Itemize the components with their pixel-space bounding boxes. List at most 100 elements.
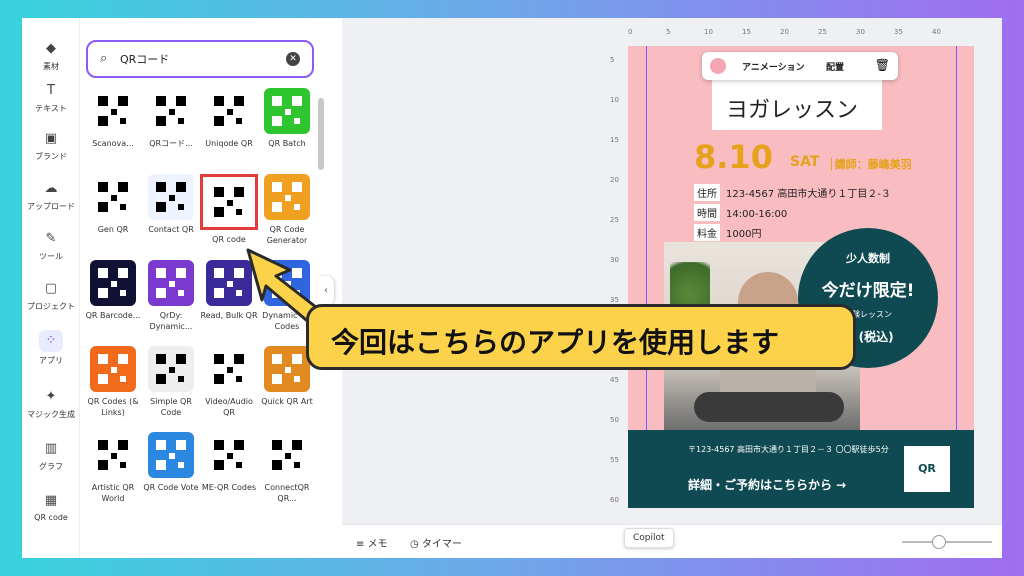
- app-icon: [148, 432, 194, 478]
- trash-icon[interactable]: 🗑: [875, 58, 890, 72]
- app-tile[interactable]: QR Code Generator: [258, 174, 316, 246]
- app-tile[interactable]: Read, Bulk QR: [200, 260, 258, 321]
- draw-icon: ✎: [45, 231, 57, 246]
- app-icon: [90, 432, 136, 478]
- rail-tools[interactable]: ✎ ツール: [22, 230, 80, 262]
- footer-qr-placeholder[interactable]: QR: [904, 446, 950, 492]
- color-swatch[interactable]: [710, 58, 726, 74]
- app-tile[interactable]: QR Code Vote: [142, 432, 200, 493]
- collapse-panel-button[interactable]: ‹: [318, 276, 334, 306]
- ruler-tick: 40: [932, 28, 941, 36]
- ruler-tick: 35: [894, 28, 903, 36]
- clear-icon[interactable]: ✕: [286, 52, 300, 66]
- folder-icon: ▢: [44, 281, 58, 296]
- app-name: QR Barcode...: [85, 311, 141, 320]
- ruler-tick: 5: [666, 28, 671, 36]
- ruler-tick: 15: [610, 136, 619, 144]
- app-tile[interactable]: Contact QR: [142, 174, 200, 235]
- timer-button[interactable]: ◷ タイマー: [410, 535, 462, 550]
- app-name: Uniqode QR: [205, 139, 253, 148]
- app-tile[interactable]: QR Batch: [258, 88, 316, 149]
- ruler-tick: 60: [610, 496, 619, 504]
- rail-qrcode[interactable]: ▦ QR code: [22, 492, 80, 522]
- app-icon: [264, 174, 310, 220]
- app-tile[interactable]: ConnectQR QR...: [258, 432, 316, 504]
- callout-box: 今回はこちらのアプリを使用します: [306, 304, 856, 370]
- footer-cta: 詳細・ご予約はこちらから →: [688, 478, 847, 492]
- rail-magic[interactable]: ✦ マジック生成: [22, 388, 80, 420]
- animation-button[interactable]: アニメーション: [742, 60, 805, 73]
- app-icon: [206, 432, 252, 478]
- rail-text[interactable]: T テキスト: [22, 82, 80, 114]
- rail-brand[interactable]: ▣ ブランド: [22, 130, 80, 162]
- info-row: 住所 123-4567 高田市大通り１丁目２-３: [694, 184, 891, 201]
- ruler-left: 51015202530354045505560: [610, 48, 624, 538]
- info-row: 料金 1000円: [694, 224, 761, 241]
- ruler-tick: 15: [742, 28, 751, 36]
- app-name: QRコード...: [149, 139, 193, 148]
- app-tile[interactable]: Uniqode QR: [200, 88, 258, 149]
- app-name: QR Code Generator: [266, 225, 308, 245]
- panel-scrollbar[interactable]: [318, 98, 324, 170]
- rail-apps[interactable]: ⁘ アプリ: [22, 330, 80, 366]
- app-name: QR code: [212, 235, 246, 244]
- rail-elements[interactable]: ◆ 素材: [22, 40, 80, 72]
- app-tile[interactable]: QR Barcode...: [84, 260, 142, 321]
- copilot-tooltip[interactable]: Copilot: [624, 528, 674, 548]
- app-tile[interactable]: Gen QR: [84, 174, 142, 235]
- app-name: Artistic QR World: [91, 483, 135, 503]
- app-icon: [264, 432, 310, 478]
- app-icon: [90, 88, 136, 134]
- app-name: Read, Bulk QR: [200, 311, 258, 320]
- app-tile[interactable]: ME-QR Codes: [200, 432, 258, 493]
- app-icon: [206, 346, 252, 392]
- ruler-tick: 55: [610, 456, 619, 464]
- app-tile[interactable]: Simple QR Code: [142, 346, 200, 418]
- poster-title-box[interactable]: ヨガレッスン: [712, 78, 882, 130]
- magic-icon: ✦: [45, 389, 57, 404]
- app-name: Video/Audio QR: [205, 397, 253, 417]
- left-rail: ◆ 素材 T テキスト ▣ ブランド ☁ アップロード ✎ ツール ▢ プロジェクト ⁘ アプ…: [22, 18, 80, 558]
- ruler-tick: 25: [610, 216, 619, 224]
- position-button[interactable]: 配置: [826, 60, 844, 73]
- search-input[interactable]: [120, 50, 280, 68]
- ruler-tick: 25: [818, 28, 827, 36]
- elements-icon: ◆: [46, 41, 56, 56]
- app-icon: [90, 260, 136, 306]
- app-icon: [264, 346, 310, 392]
- app-name: Scanova...: [92, 139, 134, 148]
- app-icon: [148, 346, 194, 392]
- rail-upload[interactable]: ☁ アップロード: [22, 180, 80, 212]
- poster-teacher: │講師：藤嶋美羽: [828, 158, 912, 171]
- app-name: Contact QR: [148, 225, 194, 234]
- rail-chart[interactable]: ▥ グラフ: [22, 440, 80, 472]
- app-tile[interactable]: QrDy: Dynamic...: [142, 260, 200, 332]
- app-tile[interactable]: Artistic QR World: [84, 432, 142, 504]
- app-name: QR Batch: [268, 139, 306, 148]
- ruler-tick: 45: [610, 376, 619, 384]
- poster[interactable]: ヨガレッスン 8.10 SAT │講師：藤嶋美羽 住所 123-4567 高田市大…: [628, 46, 974, 508]
- app-name: Gen QR: [97, 225, 129, 234]
- app-name: Quick QR Art: [261, 397, 313, 406]
- ruler-tick: 0: [628, 28, 633, 36]
- app-tile[interactable]: Video/Audio QR: [200, 346, 258, 418]
- canva-window: ◆ 素材 T テキスト ▣ ブランド ☁ アップロード ✎ ツール ▢ プロジェクト ⁘ アプ…: [22, 18, 1002, 558]
- app-icon: [264, 88, 310, 134]
- ruler-tick: 10: [610, 96, 619, 104]
- chart-icon: ▥: [44, 441, 58, 456]
- search-icon: ⌕: [100, 51, 108, 66]
- ruler-tick: 50: [610, 416, 619, 424]
- app-tile[interactable]: QRコード...: [142, 88, 200, 149]
- brand-icon: ▣: [44, 131, 58, 146]
- zoom-knob[interactable]: [932, 535, 946, 549]
- zoom-slider[interactable]: [902, 541, 992, 543]
- app-tile[interactable]: Scanova...: [84, 88, 142, 149]
- info-row: 時間 14:00-16:00: [694, 204, 787, 221]
- app-icon: [206, 88, 252, 134]
- rail-projects[interactable]: ▢ プロジェクト: [22, 280, 80, 312]
- app-tile[interactable]: QR Codes (& Links): [84, 346, 142, 418]
- poster-footer[interactable]: 〒123-4567 高田市大通り１丁目２－３ 〇〇駅徒歩5分 詳細・ご予約はこち…: [628, 430, 974, 508]
- search-box[interactable]: ⌕ ✕: [86, 40, 314, 78]
- memo-button[interactable]: ≡ メモ: [356, 535, 388, 550]
- app-tile[interactable]: QR code: [200, 174, 258, 245]
